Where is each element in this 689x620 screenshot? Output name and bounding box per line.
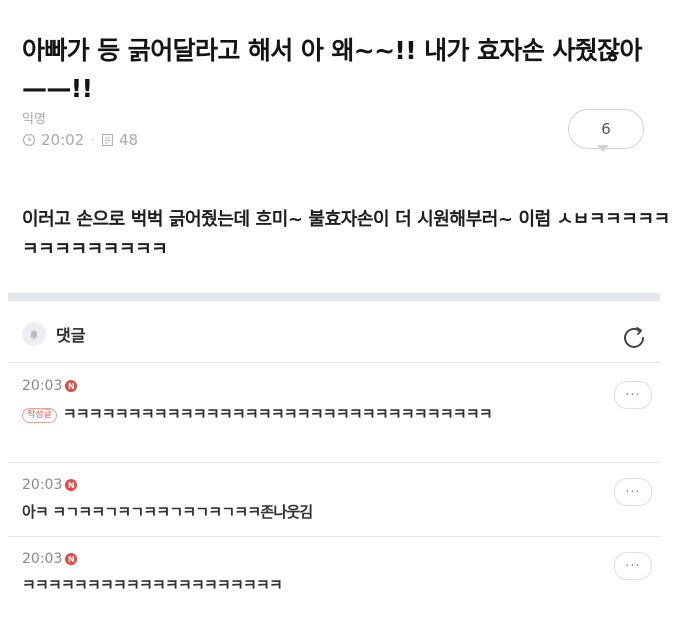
new-badge: N <box>65 479 78 491</box>
post-time: 20:02 <box>41 131 85 149</box>
refresh-icon[interactable] <box>618 322 650 358</box>
post-author: 익명 <box>22 112 46 127</box>
section-divider <box>8 293 660 301</box>
comment-time: 20:03 N <box>22 477 78 493</box>
more-icon[interactable]: ··· <box>614 478 652 506</box>
meta-separator: · <box>90 131 96 149</box>
post-title: 아빠가 등 긁어달라고 해서 아 왜~~!! 내가 효자손 사줬잖아 ——!! <box>22 36 643 103</box>
comment-text: 아ㅋ ㅋㄱㅋㅋㄱㅋㄱㅋㅋㄱㅋㄱㅋㄱㅋㅋ존나웃김 <box>22 503 313 521</box>
document-icon <box>101 133 114 147</box>
comment-text: 작성글 ㅋㅋㅋㅋㅋㅋㅋㅋㅋㅋㅋㅋㅋㅋㅋㅋㅋㅋㅋㅋㅋㅋㅋㅋㅋㅋㅋㅋㅋㅋㅋㅋㅋ <box>22 403 607 425</box>
new-badge: N <box>65 553 78 565</box>
comments-label: 댓글 <box>56 326 86 345</box>
post-views: 48 <box>119 131 139 149</box>
bubble-tail <box>597 145 609 152</box>
author-tag: 작성글 <box>22 408 57 423</box>
post-meta: 20:02 · 48 <box>22 131 138 149</box>
comment-time-text: 20:03 <box>22 551 63 567</box>
comment-separator <box>8 462 660 463</box>
clock-icon <box>22 133 36 147</box>
comment-separator <box>8 362 660 363</box>
comment-body: ㅋㅋㅋㅋㅋㅋㅋㅋㅋㅋㅋㅋㅋㅋㅋㅋㅋㅋㅋㅋㅋㅋㅋㅋㅋㅋㅋㅋㅋㅋㅋㅋㅋ <box>62 405 493 423</box>
comment-time: 20:03 N <box>22 551 78 567</box>
comments-header: 댓글 <box>22 322 85 346</box>
bell-icon[interactable] <box>22 322 46 346</box>
comment-separator <box>8 536 660 537</box>
more-icon[interactable]: ··· <box>614 552 652 580</box>
new-badge: N <box>65 380 78 392</box>
comment-time-text: 20:03 <box>22 477 63 493</box>
more-icon[interactable]: ··· <box>614 381 652 409</box>
comment-text: ㅋㅋㅋㅋㅋㅋㅋㅋㅋㅋㅋㅋㅋㅋㅋㅋㅋㅋㅋㅋ <box>22 576 283 594</box>
comment-count-bubble[interactable]: 6 <box>568 109 644 149</box>
post-body: 이러고 손으로 벅벅 긁어줬는데 흐미~ 불효자손이 더 시원해부러~ 이럼 ㅅ… <box>22 209 670 260</box>
comment-time: 20:03 N <box>22 378 78 394</box>
comment-time-text: 20:03 <box>22 378 63 394</box>
